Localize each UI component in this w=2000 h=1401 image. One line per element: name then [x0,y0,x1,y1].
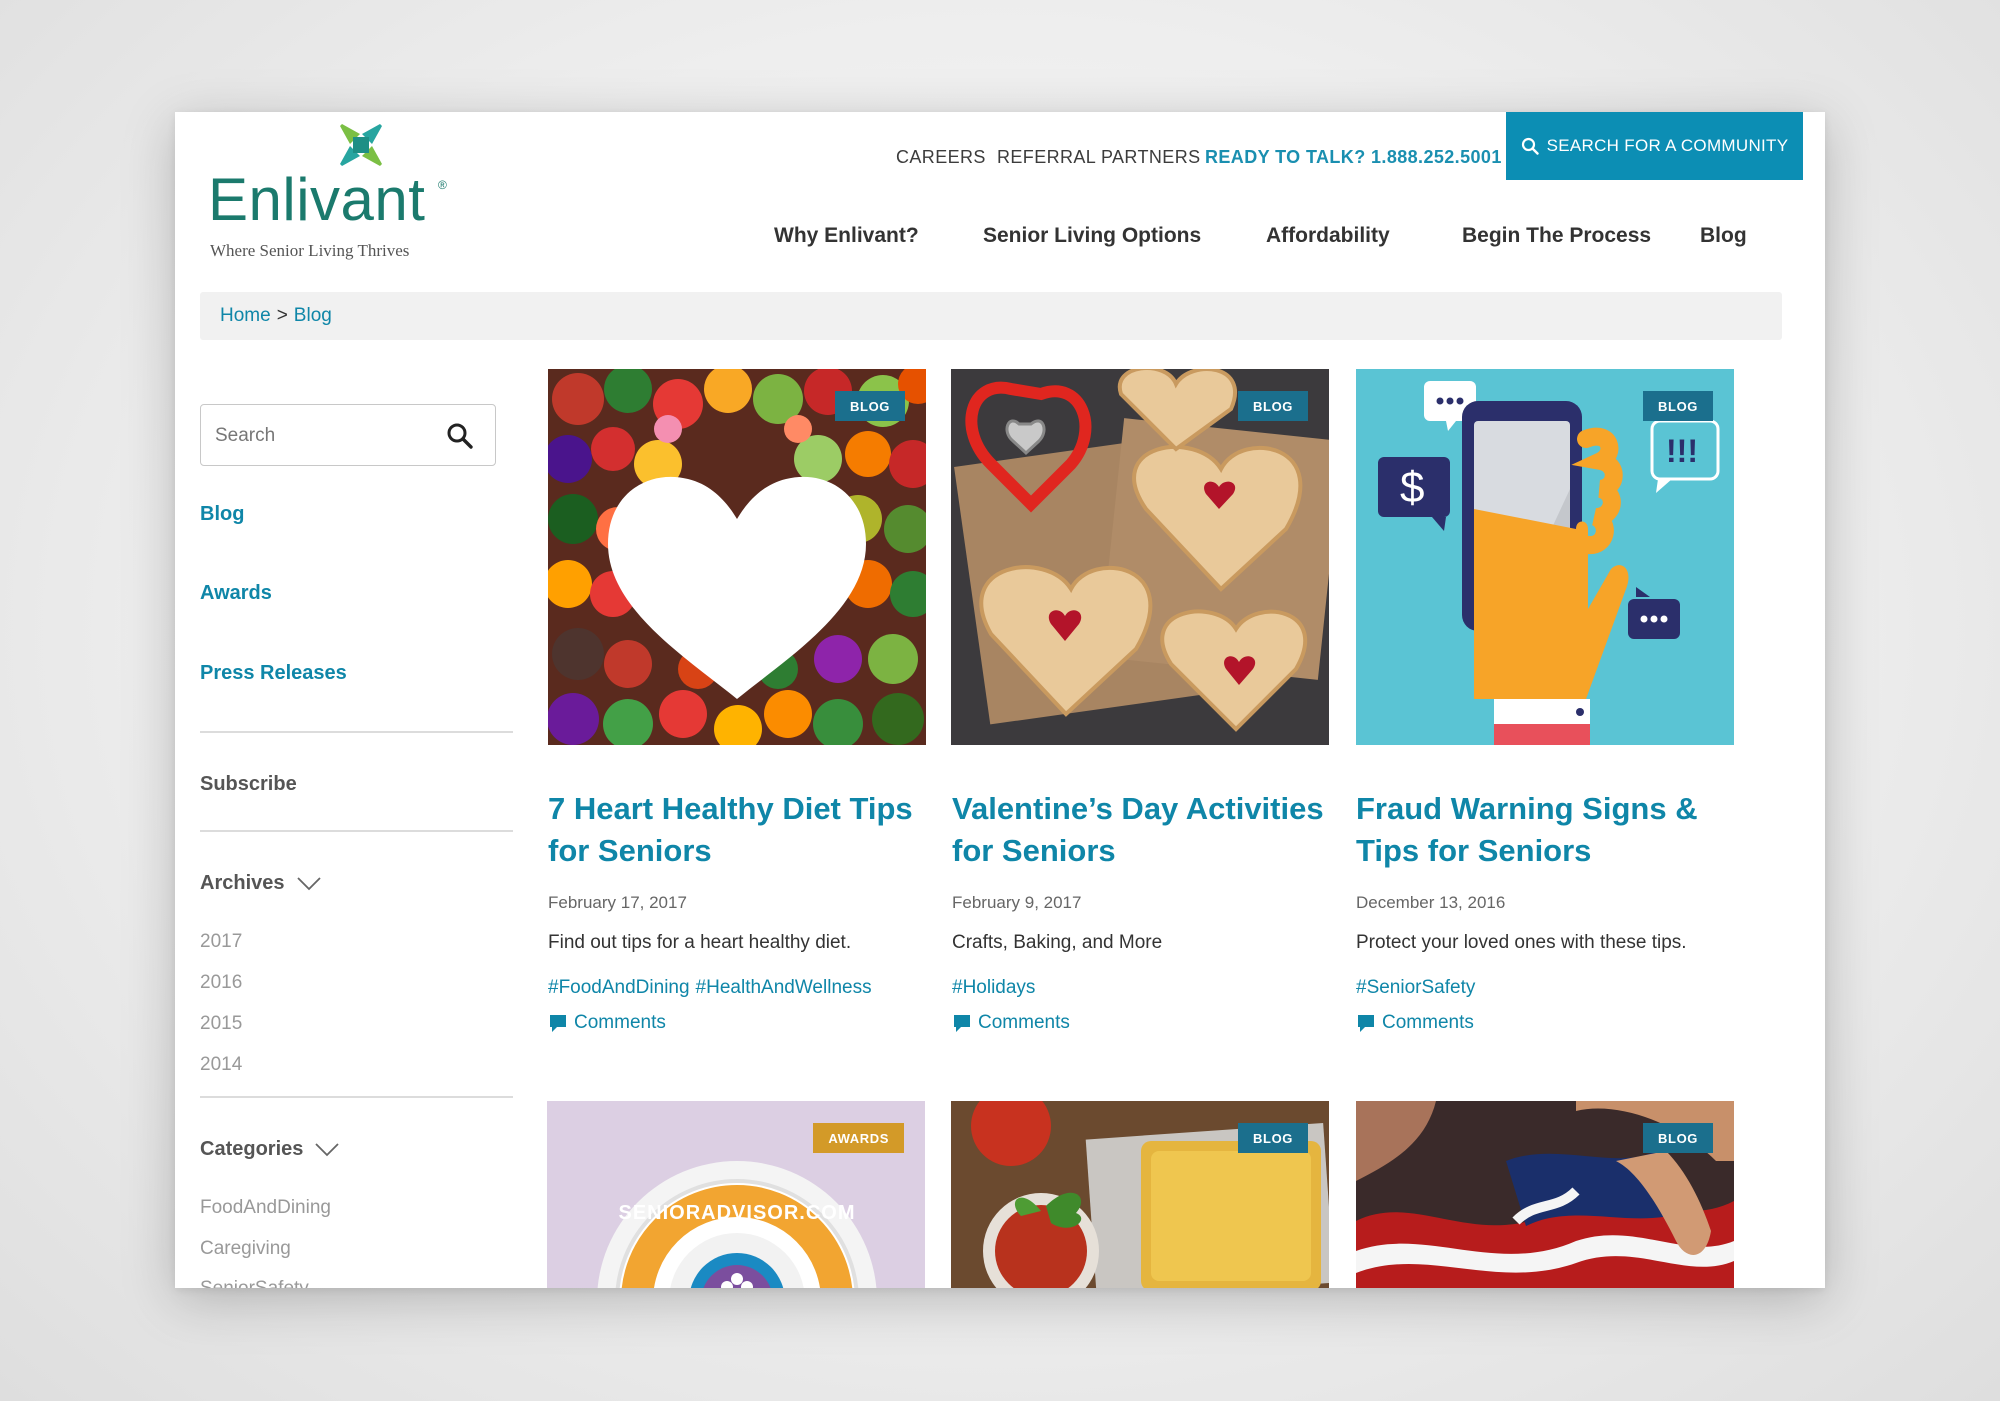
post-title[interactable]: Valentine’s Day Activities for Seniors [952,788,1332,872]
tag-link[interactable]: #SeniorSafety [1356,977,1475,998]
comments-label: Comments [574,1012,666,1033]
category-link[interactable]: FoodAndDining [200,1197,331,1219]
nav-why-enlivant[interactable]: Why Enlivant? [774,224,919,248]
archive-year[interactable]: 2015 [200,1013,242,1035]
post-title[interactable]: 7 Heart Healthy Diet Tips for Seniors [548,788,928,872]
categories-label: Categories [200,1138,304,1160]
vegetable-heart-art [548,369,926,745]
sidebar-link-blog[interactable]: Blog [200,503,244,526]
comment-bubble-icon [550,1015,566,1032]
sidebar-subscribe[interactable]: Subscribe [200,773,297,796]
svg-text:$: $ [1400,463,1424,512]
tag-link[interactable]: #HealthAndWellness [696,977,872,998]
logo-wordmark: Enlivant [208,166,426,233]
comments-label: Comments [978,1012,1070,1033]
post-title[interactable]: Fraud Warning Signs & Tips for Seniors [1356,788,1736,872]
post-badge: BLOG [835,391,905,421]
pasta-tomato-image[interactable]: BLOG [951,1101,1329,1288]
archive-year[interactable]: 2017 [200,931,242,953]
nav-blog[interactable]: Blog [1700,224,1747,248]
archive-year[interactable]: 2016 [200,972,242,994]
comments-link[interactable]: Comments [548,1012,666,1034]
nav-affordability[interactable]: Affordability [1266,224,1390,248]
senioradvisor-badge-text: SENIORADVISOR.COM [618,1202,855,1224]
breadcrumb: Home > Blog [200,292,1782,340]
comments-link[interactable]: Comments [1356,1012,1474,1034]
flag-hands-image[interactable]: BLOG [1356,1101,1734,1288]
senioradvisor-badge-image[interactable]: SENIORADVISOR.COM AWARDS [547,1101,925,1288]
post-badge: AWARDS [813,1123,904,1153]
post-description: Crafts, Baking, and More [952,932,1163,953]
sidebar-divider [200,830,513,832]
referral-partners-link[interactable]: REFERRAL PARTNERS [997,147,1201,168]
sidebar-search [200,404,496,466]
nav-senior-living-options[interactable]: Senior Living Options [983,224,1201,248]
search-icon[interactable] [445,421,475,451]
post-description: Find out tips for a heart healthy diet. [548,932,852,953]
browser-page: Enlivant ® Where Senior Living Thrives C… [175,112,1825,1288]
comment-bubble-icon [954,1015,970,1032]
category-link[interactable]: Caregiving [200,1238,291,1260]
category-link[interactable]: SeniorSafety [200,1278,309,1288]
post-badge: BLOG [1643,1123,1713,1153]
search-community-button[interactable]: SEARCH FOR A COMMUNITY [1506,112,1803,180]
search-community-label: SEARCH FOR A COMMUNITY [1546,136,1789,155]
phone-fraud-illustration[interactable]: $ !!! BLOG [1356,369,1734,745]
chevron-down-icon [315,1142,340,1156]
sidebar-link-awards[interactable]: Awards [200,582,272,605]
post-badge: BLOG [1238,1123,1308,1153]
breadcrumb-current[interactable]: Blog [294,305,332,327]
post-date: February 17, 2017 [548,893,687,912]
post-description: Protect your loved ones with these tips. [1356,932,1687,953]
archive-year[interactable]: 2014 [200,1054,242,1076]
categories-toggle[interactable]: Categories [200,1138,340,1161]
logo-tagline: Where Senior Living Thrives [210,241,410,260]
post-date: February 9, 2017 [952,893,1082,912]
archives-toggle[interactable]: Archives [200,872,321,895]
tag-link[interactable]: #Holidays [952,977,1035,998]
nav-begin-the-process[interactable]: Begin The Process [1462,224,1651,248]
breadcrumb-separator: > [276,305,288,326]
heart-pies-art [951,369,1329,745]
comments-link[interactable]: Comments [952,1012,1070,1034]
phone-link[interactable]: READY TO TALK? 1.888.252.5001 [1205,147,1502,168]
post-badge: BLOG [1238,391,1308,421]
careers-link[interactable]: CAREERS [896,147,986,168]
post-tags: #SeniorSafety [1356,977,1481,999]
subscribe-label: Subscribe [200,773,297,795]
post-tags: #Holidays [952,977,1041,999]
post-date: December 13, 2016 [1356,893,1506,912]
comments-label: Comments [1382,1012,1474,1033]
post-badge: BLOG [1643,391,1713,421]
comment-bubble-icon [1358,1015,1374,1032]
heart-pies-image[interactable]: BLOG [951,369,1329,745]
phone-fraud-art: $ !!! [1356,369,1734,745]
svg-text:!!!: !!! [1666,433,1698,469]
breadcrumb-home[interactable]: Home [220,305,271,327]
logo-trademark: ® [438,178,447,192]
sidebar-divider [200,1096,513,1098]
sidebar-link-press-releases[interactable]: Press Releases [200,662,347,685]
post-tags: #FoodAndDining #HealthAndWellness [548,977,878,999]
archives-label: Archives [200,872,285,894]
vegetable-heart-image[interactable]: BLOG [548,369,926,745]
chevron-down-icon [296,876,321,890]
search-icon [1521,137,1539,155]
sidebar-search-input[interactable] [215,419,435,453]
tag-link[interactable]: #FoodAndDining [548,977,690,998]
sidebar-divider [200,731,513,733]
